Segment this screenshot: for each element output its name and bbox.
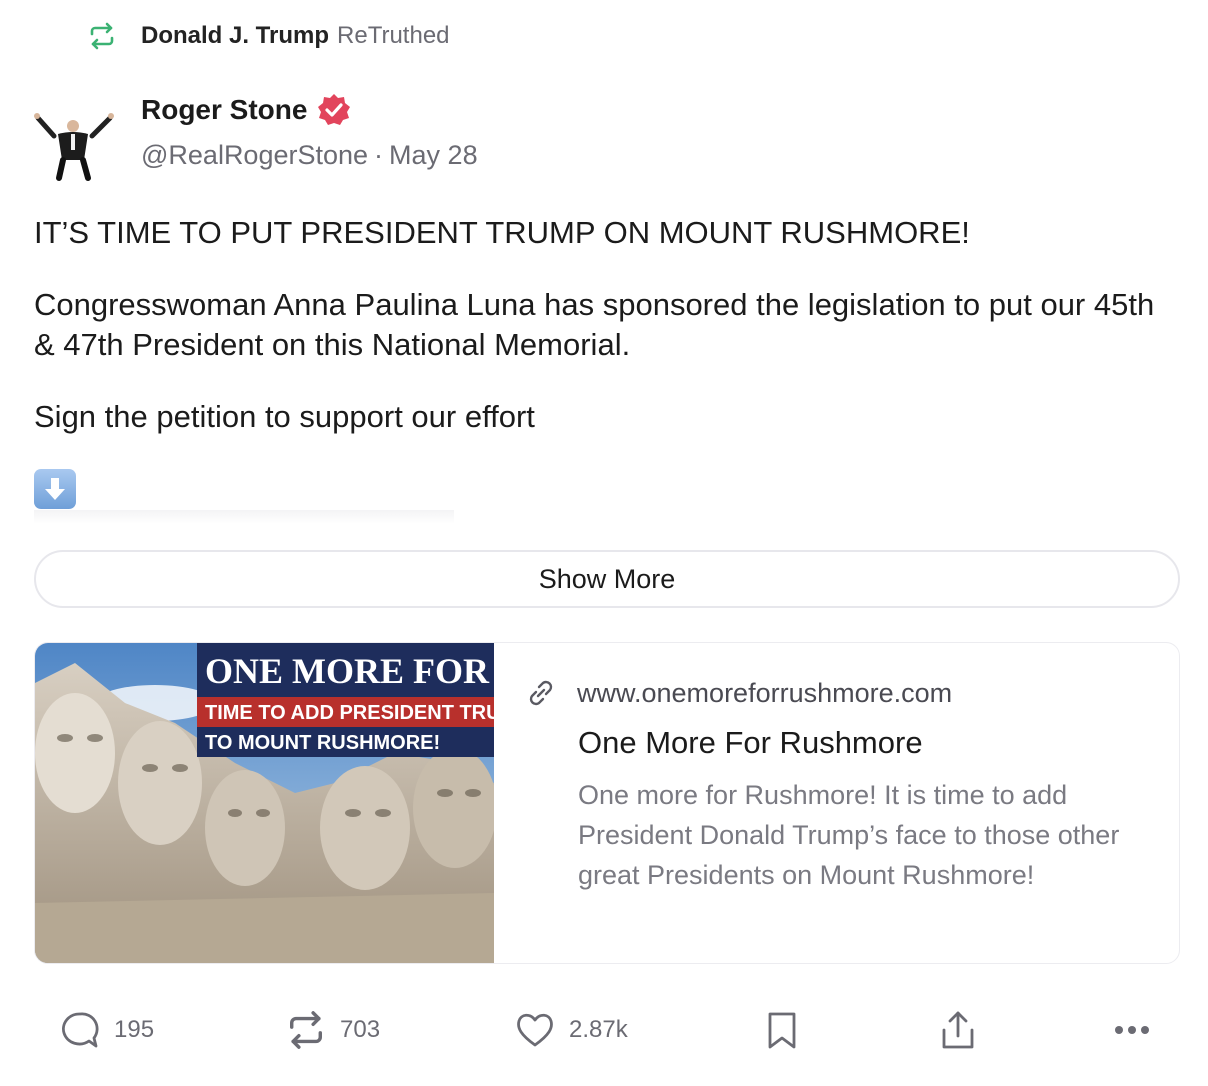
link-preview-text: www.onemoreforrushmore.com One More For … bbox=[525, 673, 1165, 895]
avatar[interactable] bbox=[32, 108, 116, 182]
retruth-user-name[interactable]: Donald J. Trump bbox=[141, 22, 329, 50]
bookmark-icon bbox=[762, 1010, 802, 1050]
link-description: One more for Rushmore! It is time to add… bbox=[578, 780, 1120, 890]
link-preview-card[interactable]: ONE MORE FOR RUSHMORE TIME TO ADD PRESID… bbox=[34, 642, 1180, 964]
link-domain[interactable]: www.onemoreforrushmore.com bbox=[577, 678, 952, 709]
post-body: IT’S TIME TO PUT PRESIDENT TRUMP ON MOUN… bbox=[34, 213, 1174, 469]
show-more-button[interactable]: Show More bbox=[34, 550, 1180, 608]
author-handle[interactable]: @RealRogerStone bbox=[141, 140, 368, 170]
verified-badge-icon bbox=[317, 93, 351, 127]
action-bar: 195 703 2.87k bbox=[0, 1000, 1208, 1060]
link-title[interactable]: One More For Rushmore bbox=[578, 725, 1165, 761]
down-arrow-icon bbox=[34, 469, 76, 509]
retruth-icon bbox=[88, 22, 116, 50]
share-button[interactable] bbox=[938, 1000, 978, 1060]
post-headline: IT’S TIME TO PUT PRESIDENT TRUMP ON MOUN… bbox=[34, 215, 970, 250]
banner-line-1: TIME TO ADD PRESIDENT TRUMP bbox=[205, 702, 494, 724]
truncated-text-fade bbox=[34, 510, 454, 524]
retruth-icon bbox=[286, 1010, 326, 1050]
bookmark-button[interactable] bbox=[762, 1000, 802, 1060]
author-meta: @RealRogerStone · May 28 bbox=[141, 140, 478, 171]
reply-button[interactable]: 195 bbox=[60, 1000, 154, 1060]
link-icon bbox=[525, 677, 557, 709]
share-icon bbox=[938, 1010, 978, 1050]
heart-icon bbox=[515, 1010, 555, 1050]
like-count: 2.87k bbox=[569, 1016, 628, 1043]
more-icon bbox=[1112, 1010, 1152, 1050]
meta-separator: · bbox=[374, 140, 384, 170]
retruth-header: Donald J. Trump ReTruthed bbox=[88, 20, 450, 52]
post-date[interactable]: May 28 bbox=[389, 140, 478, 170]
banner-title: ONE MORE FOR RUSHMORE bbox=[205, 651, 494, 691]
author-name[interactable]: Roger Stone bbox=[141, 94, 307, 126]
reply-count: 195 bbox=[114, 1016, 155, 1043]
more-options-button[interactable] bbox=[1112, 1000, 1152, 1060]
link-preview-image[interactable]: ONE MORE FOR RUSHMORE TIME TO ADD PRESID… bbox=[35, 643, 494, 963]
comment-icon bbox=[60, 1010, 100, 1050]
author-row: Roger Stone bbox=[141, 90, 351, 130]
like-button[interactable]: 2.87k bbox=[515, 1000, 628, 1060]
retruth-label: ReTruthed bbox=[337, 22, 450, 49]
link-domain-row: www.onemoreforrushmore.com bbox=[525, 673, 1165, 713]
retruth-button[interactable]: 703 bbox=[286, 1000, 380, 1060]
post-paragraph: Congresswoman Anna Paulina Luna has spon… bbox=[34, 287, 1155, 362]
post-paragraph: Sign the petition to support our effort bbox=[34, 399, 535, 434]
banner-line-2: TO MOUNT RUSHMORE! bbox=[205, 732, 440, 754]
retruth-count: 703 bbox=[340, 1016, 381, 1043]
